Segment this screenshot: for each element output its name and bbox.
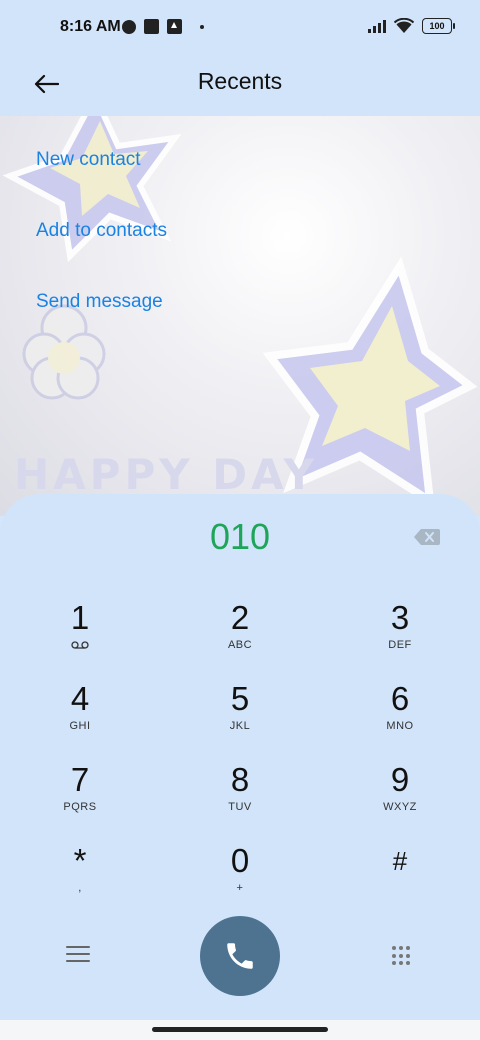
- key-4[interactable]: 4 GHI: [20, 680, 140, 754]
- signal-icon: [368, 19, 386, 33]
- status-bar: 8:16 AM 100: [0, 0, 480, 56]
- home-indicator[interactable]: [152, 1027, 328, 1032]
- key-digit: #: [392, 846, 408, 876]
- square-notification-icon: [144, 19, 159, 34]
- key-digit: 3: [390, 599, 410, 636]
- key-letters: MNO: [386, 720, 414, 732]
- call-button[interactable]: [200, 916, 280, 996]
- phone-icon: [227, 943, 253, 969]
- navigation-bar: [0, 1020, 480, 1040]
- action-list: New contact Add to contacts Send message: [36, 146, 167, 359]
- key-letters: WXYZ: [383, 801, 417, 813]
- key-9[interactable]: 9 WXYZ: [340, 761, 460, 835]
- battery-icon: 100: [422, 18, 455, 34]
- key-letters: TUV: [228, 801, 252, 813]
- dialpad-toggle-icon[interactable]: [392, 946, 412, 966]
- page-title: Recents: [197, 68, 283, 94]
- system-icons: 100: [368, 18, 455, 34]
- more-notifications-dot-icon: [200, 24, 204, 29]
- wallpaper-text: HAPPY DAY: [14, 450, 319, 499]
- key-digit: *: [73, 842, 87, 879]
- app-notification-icon: [122, 19, 136, 34]
- key-8[interactable]: 8 TUV: [180, 761, 300, 835]
- send-message-link[interactable]: Send message: [36, 288, 167, 359]
- dialed-number: 010: [209, 516, 271, 557]
- key-letters: ,: [78, 882, 82, 894]
- new-contact-link[interactable]: New contact: [36, 146, 167, 217]
- key-star[interactable]: * ,: [20, 842, 140, 916]
- status-time: 8:16 AM: [60, 18, 121, 35]
- header: Recents: [0, 56, 480, 116]
- key-2[interactable]: 2 ABC: [180, 599, 300, 673]
- key-digit: 5: [230, 680, 250, 717]
- key-letters: JKL: [229, 720, 251, 732]
- key-5[interactable]: 5 JKL: [180, 680, 300, 754]
- notification-icons: [122, 19, 204, 34]
- wallpaper-area: HAPPY DAY New contact Add to contacts Se…: [0, 116, 480, 516]
- key-letters: DEF: [388, 639, 412, 651]
- key-6[interactable]: 6 MNO: [340, 680, 460, 754]
- add-to-contacts-link[interactable]: Add to contacts: [36, 217, 167, 288]
- key-1[interactable]: 1: [20, 599, 140, 673]
- wifi-icon: [394, 18, 414, 33]
- key-digit: 7: [70, 761, 90, 798]
- key-0[interactable]: 0 +: [180, 842, 300, 916]
- voicemail-icon: [71, 641, 89, 649]
- key-digit: 4: [70, 680, 90, 717]
- key-letters: PQRS: [63, 801, 97, 813]
- key-hash[interactable]: #: [340, 842, 460, 916]
- dialer-actions: [0, 916, 480, 996]
- upload-notification-icon: [167, 19, 182, 34]
- key-digit: 1: [70, 599, 90, 636]
- menu-icon[interactable]: [66, 946, 90, 966]
- key-digit: 6: [390, 680, 410, 717]
- key-digit: 8: [230, 761, 250, 798]
- key-digit: 2: [230, 599, 250, 636]
- key-3[interactable]: 3 DEF: [340, 599, 460, 673]
- key-digit: 0: [230, 842, 250, 879]
- key-letters: GHI: [69, 720, 91, 732]
- dialer-panel: 010 1 2 ABC 3 DEF 4 GHI 5 JKL 6 MNO 7 PQ…: [0, 494, 480, 1040]
- backspace-icon[interactable]: [414, 528, 440, 546]
- key-letters: +: [236, 882, 244, 894]
- key-letters: ABC: [227, 639, 253, 651]
- key-digit: 9: [390, 761, 410, 798]
- key-7[interactable]: 7 PQRS: [20, 761, 140, 835]
